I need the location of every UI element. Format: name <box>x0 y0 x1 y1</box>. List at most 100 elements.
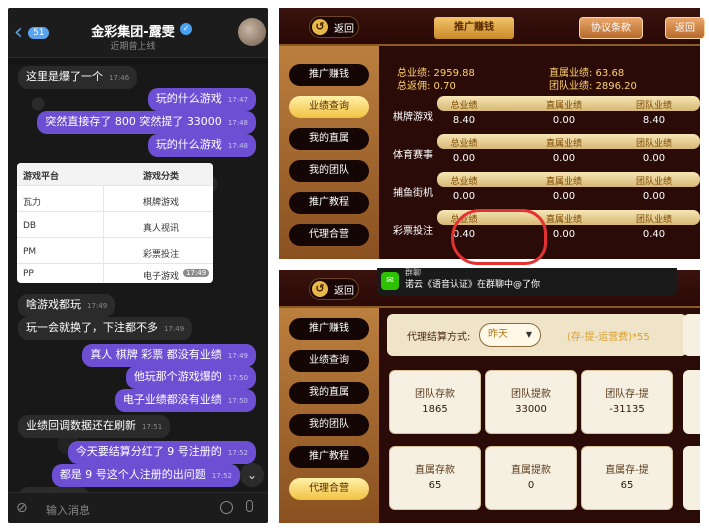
settlement-period-select[interactable]: 昨天 ▼ <box>479 323 541 347</box>
return-arrow-icon: ↺ <box>312 19 328 35</box>
stat-value: -31135 <box>609 404 645 415</box>
table-cell: 彩票投注 <box>143 250 180 260</box>
outgoing-message[interactable]: 今天要结算分红了 9 号注册的 17:52 <box>67 441 256 464</box>
column-header: 总业绩 <box>450 139 478 149</box>
sidebar-item-agency[interactable]: 代理合营 <box>289 478 369 500</box>
message-time: 17:52 <box>227 449 248 457</box>
clipped-card <box>683 314 700 356</box>
team-performance: 团队业绩: 2896.20 <box>549 81 637 92</box>
outgoing-message[interactable]: 他玩那个游戏爆的 17:50 <box>125 366 256 389</box>
settlement-label: 代理结算方式: <box>407 332 471 343</box>
table-row: PM 彩票投注 <box>17 241 213 264</box>
back-button[interactable]: ↺ 返回 <box>309 16 359 38</box>
message-text: 突然直接存了 800 突然提了 33000 <box>45 115 222 128</box>
avatar[interactable] <box>238 18 266 46</box>
attach-icon[interactable]: ⊘ <box>16 500 28 516</box>
wechat-icon: ✉ <box>381 272 399 290</box>
message-time: 17:50 <box>227 397 248 405</box>
wechat-notification[interactable]: ✉ 群聊 诺云《语音认证》在群聊中@了你 <box>377 268 677 296</box>
message-time: 17:48 <box>227 142 248 150</box>
highlight-circle <box>451 209 547 265</box>
sidebar-item-promote[interactable]: 推广赚钱 <box>289 318 369 340</box>
sidebar-item-performance[interactable]: 业绩查询 <box>289 96 369 118</box>
sidebar-item-direct[interactable]: 我的直属 <box>289 128 369 150</box>
table-row: 瓦力 棋牌游戏 <box>17 189 213 212</box>
sidebar-item-team[interactable]: 我的团队 <box>289 160 369 182</box>
performance-value: 0.40 <box>642 229 666 240</box>
category-label: 彩票投注 <box>393 226 433 237</box>
stat-card: 直属提款 0 <box>485 446 577 510</box>
settlement-period-value: 昨天 <box>488 329 508 340</box>
incoming-message[interactable]: 这里是爆了一个 17:46 <box>18 66 138 89</box>
back-label: 返回 <box>334 286 354 297</box>
message-text: 都是 9 号这个人注册的出问题 <box>59 468 206 481</box>
outgoing-message[interactable]: 玩的什么游戏 17:47 <box>147 88 256 111</box>
verified-icon: ✓ <box>180 23 192 35</box>
stat-value: 33000 <box>515 404 547 415</box>
scroll-down-button[interactable]: ⌄ <box>240 463 264 487</box>
back-label: 返回 <box>334 24 354 35</box>
table-cell: 真人视讯 <box>143 224 180 234</box>
chat-header: ‹ 51 金彩集团-露雯 ✓ 近期曾上线 <box>8 8 268 58</box>
performance-value: 0.00 <box>552 153 576 164</box>
message-text: 他玩那个游戏爆的 <box>133 370 222 383</box>
performance-value: 0.00 <box>642 191 666 202</box>
incoming-message[interactable]: 玩一会就换了，下注都不多 17:49 <box>18 317 193 340</box>
microphone-icon[interactable] <box>246 500 253 512</box>
outgoing-message[interactable]: 都是 9 号这个人注册的出问题 17:52 <box>51 464 240 487</box>
incoming-message[interactable]: 业绩回调数据还在刷新 17:51 <box>18 415 171 438</box>
message-input[interactable]: 输入消息 <box>46 502 90 518</box>
sidebar-item-tutorial[interactable]: 推广教程 <box>289 192 369 214</box>
stat-card: 直属存-提 65 <box>581 446 673 510</box>
outgoing-message[interactable]: 电子业绩都没有业绩 17:50 <box>114 389 256 412</box>
category-label: 体育赛事 <box>393 150 433 161</box>
sticker-icon[interactable] <box>220 501 233 514</box>
tab-agreement[interactable]: 协议条款 <box>579 17 643 39</box>
message-text: 今天要结算分红了 9 号注册的 <box>75 445 222 458</box>
table-header-platform: 游戏平台 <box>23 172 60 182</box>
sidebar-item-team[interactable]: 我的团队 <box>289 414 369 436</box>
back-chevron-icon[interactable]: ‹ <box>14 22 23 44</box>
message-text: 玩的什么游戏 <box>155 92 222 105</box>
top-bar: ↺ 返回 ✉ 群聊 诺云《语音认证》在群聊中@了你 <box>279 268 700 308</box>
table-header: 游戏平台 游戏分类 <box>17 163 213 186</box>
agency-panel: ↺ 返回 ✉ 群聊 诺云《语音认证》在群聊中@了你 推广赚钱 业绩查询 我的直属… <box>279 268 700 523</box>
back-button[interactable]: ↺ 返回 <box>309 278 359 300</box>
incoming-message[interactable]: 啥游戏都玩 17:49 <box>18 294 116 317</box>
outgoing-message[interactable]: 突然直接存了 800 突然提了 33000 17:48 <box>37 111 256 134</box>
message-time: 17:48 <box>227 119 248 127</box>
unread-count-badge[interactable]: 51 <box>28 27 50 39</box>
stat-value: 0 <box>527 480 535 491</box>
table-cell: 电子游戏 <box>143 272 180 282</box>
sidebar-item-promote[interactable]: 推广赚钱 <box>289 64 369 86</box>
sidebar-item-direct[interactable]: 我的直属 <box>289 382 369 404</box>
stat-card: 团队存-提 -31135 <box>581 370 673 434</box>
performance-value: 0.00 <box>642 153 666 164</box>
column-header: 总业绩 <box>450 177 478 187</box>
message-time: 17:50 <box>227 374 248 382</box>
sidebar-item-performance[interactable]: 业绩查询 <box>289 350 369 372</box>
outgoing-message[interactable]: 玩的什么游戏 17:48 <box>147 134 256 157</box>
outgoing-message[interactable]: 真人 棋牌 彩票 都没有业绩 17:49 <box>82 344 256 367</box>
stat-label: 直属提款 <box>511 465 551 476</box>
column-header: 直属业绩 <box>545 139 582 149</box>
performance-value: 0.00 <box>452 191 476 202</box>
table-cell: 瓦力 <box>23 198 42 208</box>
message-text: 玩的什么游戏 <box>155 138 222 151</box>
sidebar-item-tutorial[interactable]: 推广教程 <box>289 446 369 468</box>
stat-card: 直属存款 65 <box>389 446 481 510</box>
performance-value: 8.40 <box>642 115 666 126</box>
message-time: 17:51 <box>142 423 163 431</box>
stat-value: 65 <box>428 480 442 491</box>
shared-image-table[interactable]: 游戏平台 游戏分类 瓦力 棋牌游戏 DB 真人视讯 PM 彩票投注 PP 电子游戏 17… <box>17 163 213 283</box>
tab-promote-earn[interactable]: 推广赚钱 <box>434 17 514 39</box>
table-row: PP 电子游戏 17:49 <box>17 263 213 283</box>
message-text: 啥游戏都玩 <box>26 298 81 311</box>
sidebar-item-agency[interactable]: 代理合营 <box>289 224 369 246</box>
sidebar: 推广赚钱 业绩查询 我的直属 我的团队 推广教程 代理合营 <box>279 46 379 259</box>
tab-return[interactable]: 返回 <box>665 17 705 39</box>
chat-title: 金彩集团-露雯 <box>91 25 175 40</box>
table-row: DB 真人视讯 <box>17 215 213 238</box>
message-time: 17:49 <box>164 325 185 333</box>
message-time: 17:49 <box>227 352 248 360</box>
